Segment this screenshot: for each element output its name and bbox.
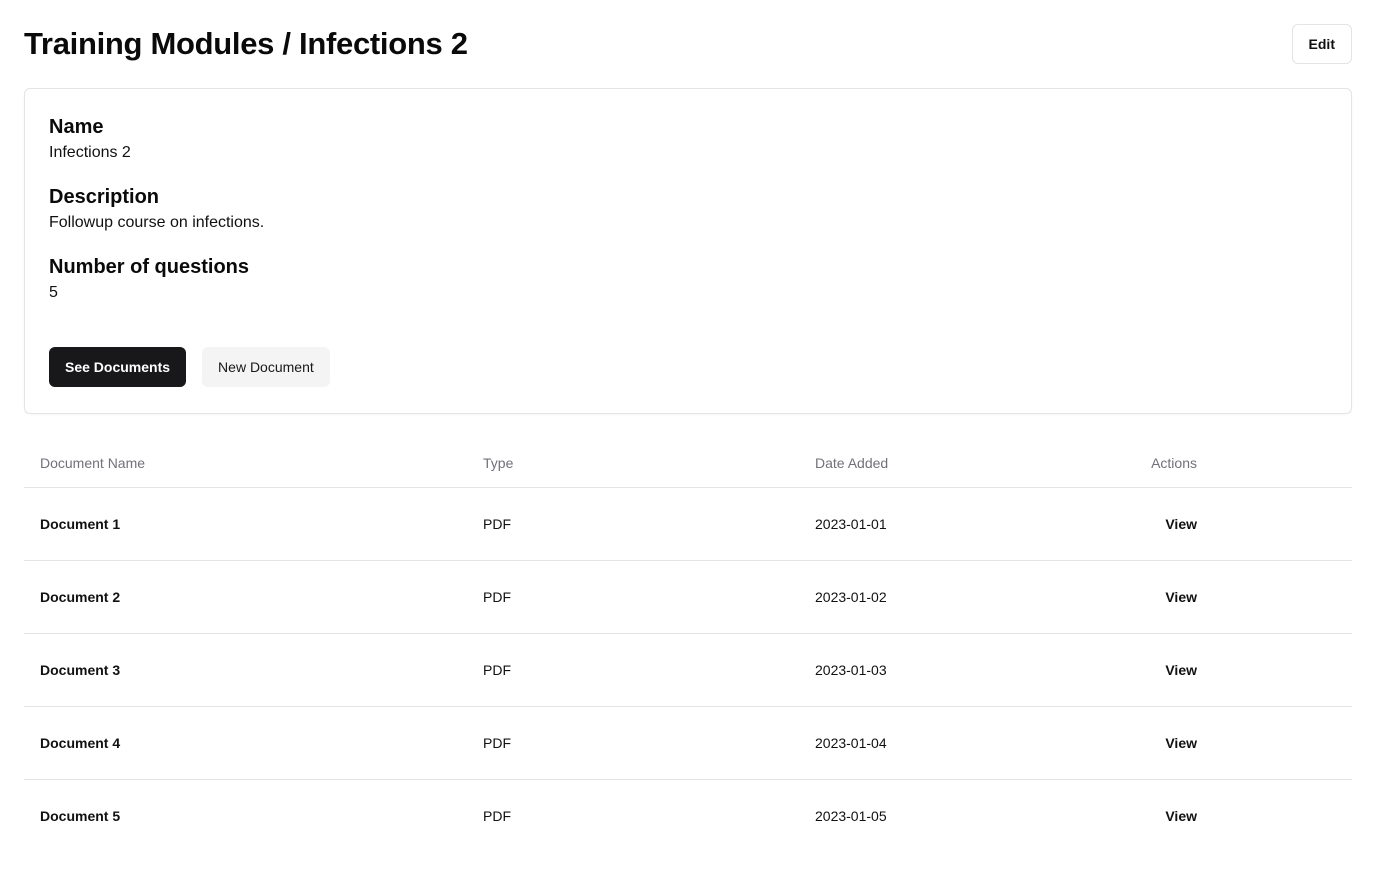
column-header-document-name: Document Name [24,439,467,488]
document-type-cell: PDF [467,560,799,634]
document-actions-cell: View [1131,560,1352,634]
document-actions-cell: View [1131,633,1352,707]
document-date-cell: 2023-01-04 [799,706,1131,780]
description-label: Description [49,186,160,208]
documents-table: Document Name Type Date Added Actions Do… [24,439,1352,852]
table-row: Document 2 PDF 2023-01-02 View [24,560,1352,634]
edit-button[interactable]: Edit [1291,24,1352,64]
name-label: Name [49,116,104,138]
document-date-cell: 2023-01-02 [799,560,1131,634]
view-document-link[interactable]: View [1165,589,1197,605]
column-header-type: Type [467,439,799,488]
view-document-link[interactable]: View [1165,808,1197,824]
table-row: Document 4 PDF 2023-01-04 View [24,706,1352,780]
see-documents-button[interactable]: See Documents [49,347,187,387]
document-type-cell: PDF [467,487,799,561]
view-document-link[interactable]: View [1165,662,1197,678]
document-type-cell: PDF [467,706,799,780]
module-details-card: Name Infections 2 Description Followup c… [24,88,1352,414]
name-value: Infections 2 [49,144,131,161]
view-document-link[interactable]: View [1165,516,1197,532]
questions-field: Number of questions 5 [49,253,1327,305]
document-date-cell: 2023-01-01 [799,487,1131,561]
document-actions-cell: View [1131,706,1352,780]
document-name-cell: Document 5 [40,807,121,824]
document-name-cell: Document 4 [24,706,467,780]
document-name-cell: Document 3 [24,633,467,707]
questions-value: 5 [49,284,58,301]
table-row: Document 5 PDF 2023-01-05 View [24,779,1352,852]
table-header-row: Document Name Type Date Added Actions [24,439,1352,488]
table-row: Document 3 PDF 2023-01-03 View [24,633,1352,707]
page: Training Modules / Infections 2 Edit Nam… [0,0,1376,875]
page-title: Training Modules / Infections 2 [24,26,468,61]
name-field: Name Infections 2 [49,113,1327,165]
document-type-cell: PDF [467,633,799,707]
document-date-cell: 2023-01-03 [799,633,1131,707]
card-actions: See Documents New Document [49,347,1327,387]
document-date-cell: 2023-01-05 [815,807,887,824]
questions-label: Number of questions [49,256,250,278]
document-name-cell: Document 2 [24,560,467,634]
document-name-cell: Document 1 [24,487,467,561]
document-actions-cell: View [1131,779,1352,852]
document-actions-cell: View [1131,487,1352,561]
column-header-actions: Actions [1131,439,1352,488]
table-row: Document 1 PDF 2023-01-01 View [24,487,1352,561]
column-header-date-added: Date Added [799,439,1131,488]
page-header: Training Modules / Infections 2 Edit [24,24,1352,64]
document-type-cell: PDF [483,807,511,824]
new-document-button[interactable]: New Document [202,347,330,387]
description-field: Description Followup course on infection… [49,183,1327,235]
view-document-link[interactable]: View [1165,735,1197,751]
description-value: Followup course on infections. [49,214,265,231]
